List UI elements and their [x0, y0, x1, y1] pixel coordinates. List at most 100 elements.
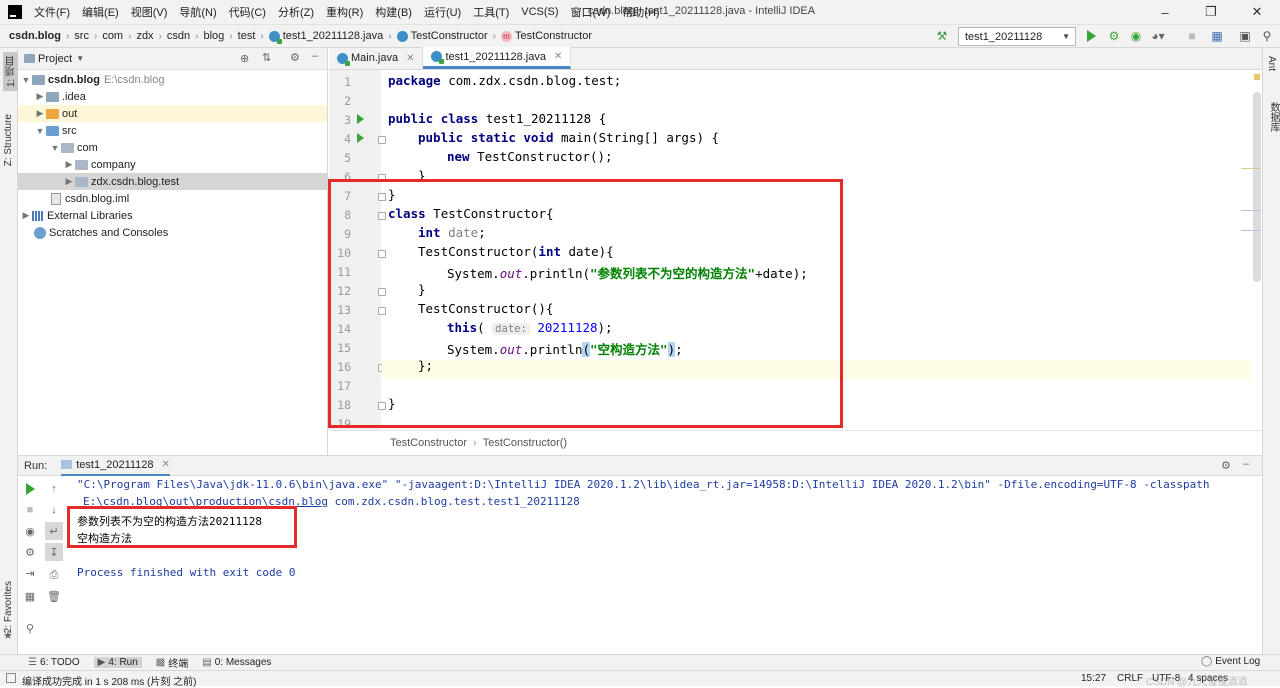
menu-item[interactable]: 编辑(E)	[76, 4, 125, 20]
tab-main-java[interactable]: Main.java ✕	[329, 47, 424, 69]
code-line-4: public static void main(String[] args) {	[418, 130, 720, 145]
ant-tool-tab[interactable]: Ant	[1266, 56, 1277, 71]
event-log-tool-tab[interactable]: ◯ Event Log	[1201, 656, 1260, 667]
coverage-icon[interactable]: ◉	[1128, 28, 1144, 44]
java-class-icon	[268, 30, 282, 44]
chevron-down-icon[interactable]: ▼	[76, 54, 84, 63]
run-config-select[interactable]: test1_20211128 ▼	[958, 27, 1076, 46]
code-breadcrumb-class[interactable]: TestConstructor	[390, 437, 467, 449]
soft-wrap-icon[interactable]: ↵	[45, 522, 63, 540]
tree-item-scratches[interactable]: Scratches and Consoles	[18, 224, 327, 241]
breadcrumb-item[interactable]: blog	[204, 30, 225, 42]
gear-icon[interactable]: ⚙	[1221, 459, 1231, 472]
structure-tool-tab[interactable]: Z: Structure	[3, 114, 14, 166]
close-tab-icon[interactable]: ✕	[162, 459, 170, 470]
menu-item[interactable]: 代码(C)	[223, 4, 272, 20]
scrollbar-thumb[interactable]	[1253, 92, 1261, 282]
messages-tool-tab[interactable]: ▤ 0: Messages	[202, 657, 271, 668]
minimize-button[interactable]: –	[1142, 0, 1188, 24]
breadcrumb-file[interactable]: › test1_20211128.java	[255, 30, 383, 44]
tree-item-company[interactable]: ▶ company	[18, 156, 327, 173]
chevron-right-icon[interactable]: ▶	[34, 91, 46, 102]
terminal-tool-tab[interactable]: ▩ 终端	[156, 655, 188, 670]
breadcrumb-item[interactable]: src	[74, 30, 89, 42]
tree-item-iml[interactable]: csdn.blog.iml	[18, 190, 327, 207]
run-panel-header: Run: test1_20211128 ✕ ⚙ –	[18, 456, 1262, 476]
print-icon[interactable]: ⎙	[45, 566, 63, 584]
pin-icon[interactable]: ⚲	[21, 619, 39, 637]
scroll-to-end-icon[interactable]: ↧	[45, 543, 63, 561]
debug-icon[interactable]: ⚙	[21, 543, 39, 561]
database-tool-tab[interactable]: 数据库	[1266, 102, 1280, 132]
close-tab-icon[interactable]: ✕	[406, 53, 414, 64]
close-button[interactable]: ✕	[1234, 0, 1280, 24]
tree-item-out[interactable]: ▶ out	[18, 105, 327, 122]
breadcrumb-method[interactable]: › m TestConstructor	[488, 30, 592, 42]
menu-item[interactable]: 构建(B)	[369, 4, 418, 20]
stop-icon[interactable]: ■	[21, 501, 39, 519]
breadcrumb-class[interactable]: › TestConstructor	[383, 30, 487, 42]
camera-icon[interactable]: ◉	[21, 522, 39, 540]
project-panel-title[interactable]: Project	[38, 53, 72, 65]
run-tab[interactable]: test1_20211128 ✕	[61, 456, 170, 476]
tree-item-idea[interactable]: ▶ .idea	[18, 88, 327, 105]
gear-icon[interactable]: ⚙	[290, 51, 300, 64]
menu-item[interactable]: 导航(N)	[173, 4, 222, 20]
todo-tool-tab[interactable]: ☰ 6: TODO	[28, 657, 80, 668]
maximize-button[interactable]: ❐	[1188, 0, 1234, 24]
arrow-up-icon[interactable]: ↑	[45, 480, 63, 498]
breadcrumb-item[interactable]: test	[238, 30, 256, 42]
menu-item[interactable]: 视图(V)	[125, 4, 174, 20]
search-everywhere-icon[interactable]: ⚲	[1259, 28, 1275, 44]
layout-icon[interactable]: ▦	[21, 587, 39, 605]
trash-icon[interactable]: 🗑	[45, 587, 63, 605]
tree-item-com[interactable]: ▼ com	[18, 139, 327, 156]
favorites-tool-tab[interactable]: 2: Favorites	[3, 581, 14, 633]
close-tab-icon[interactable]: ✕	[554, 51, 562, 62]
stop-icon[interactable]: ■	[1184, 28, 1200, 44]
layout-icon[interactable]: ▣	[1237, 28, 1253, 44]
tree-item-csdn-blog[interactable]: ▼ csdn.blog E:\csdn.blog	[18, 71, 327, 88]
chevron-down-icon[interactable]: ▼	[20, 75, 32, 85]
menu-item[interactable]: VCS(S)	[515, 6, 564, 18]
tree-item-zdx-package[interactable]: ▶ zdx.csdn.blog.test	[18, 173, 327, 190]
chevron-right-icon[interactable]: ▶	[34, 108, 46, 119]
breadcrumb-item[interactable]: csdn.blog	[9, 30, 61, 42]
hide-icon[interactable]: –	[312, 50, 318, 62]
hide-icon[interactable]: –	[1243, 458, 1249, 470]
breadcrumb-item[interactable]: com	[102, 30, 123, 42]
arrow-down-icon[interactable]: ↓	[45, 501, 63, 519]
breadcrumb-item[interactable]: zdx	[136, 30, 153, 42]
locate-icon[interactable]: ⊕	[240, 52, 249, 65]
tree-item-src[interactable]: ▼ src	[18, 122, 327, 139]
profile-icon[interactable]: ◕▾	[1150, 28, 1166, 44]
tree-item-external-libraries[interactable]: ▶ External Libraries	[18, 207, 327, 224]
console-command-line: "C:\Program Files\Java\jdk-11.0.6\bin\ja…	[77, 478, 1210, 491]
module-folder-icon	[32, 74, 45, 85]
menu-item[interactable]: 文件(F)	[28, 4, 76, 20]
build-hammer-icon[interactable]: ⚒	[934, 28, 950, 44]
menu-item[interactable]: 工具(T)	[467, 4, 515, 20]
run-icon[interactable]	[1083, 28, 1099, 44]
code-breadcrumb-method[interactable]: TestConstructor()	[483, 437, 567, 449]
chevron-down-icon[interactable]: ▼	[34, 126, 46, 136]
editor-scrollbar[interactable]	[1241, 70, 1262, 430]
menu-item[interactable]: 分析(Z)	[272, 4, 320, 20]
exit-icon[interactable]: ⇥	[21, 564, 39, 582]
status-icon[interactable]	[6, 673, 16, 683]
menu-item[interactable]: 运行(U)	[418, 4, 467, 20]
project-structure-icon[interactable]: ▦	[1209, 28, 1225, 44]
chevron-down-icon[interactable]: ▼	[49, 143, 61, 153]
collapse-all-icon[interactable]: ⇅	[262, 51, 271, 64]
caret-position[interactable]: 15:27	[1081, 673, 1106, 684]
run-tool-tab[interactable]: ▶ 4: Run	[93, 657, 142, 668]
chevron-right-icon[interactable]: ▶	[20, 210, 32, 221]
rerun-icon[interactable]	[21, 480, 39, 498]
line-separator[interactable]: CRLF	[1117, 673, 1143, 684]
breadcrumb-item[interactable]: csdn	[167, 30, 190, 42]
chevron-right-icon[interactable]: ▶	[63, 159, 75, 170]
tab-test1-java[interactable]: test1_20211128.java ✕	[423, 47, 572, 69]
debug-icon[interactable]: ⚙	[1106, 28, 1122, 44]
chevron-right-icon[interactable]: ▶	[63, 176, 75, 187]
menu-item[interactable]: 重构(R)	[320, 4, 369, 20]
